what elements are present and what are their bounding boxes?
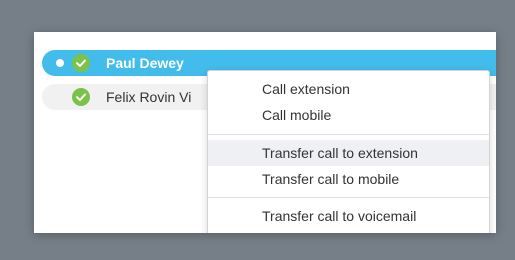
context-menu: Call extension Call mobile Transfer call… <box>207 70 490 233</box>
menu-divider <box>208 197 489 198</box>
available-status-icon <box>72 88 90 106</box>
contact-name: Felix Rovin Vi <box>106 89 192 105</box>
contact-list-panel: Paul Dewey Felix Rovin Vi Call extension… <box>34 32 496 233</box>
menu-item-transfer-mobile[interactable]: Transfer call to mobile <box>208 166 489 192</box>
selection-dot-icon <box>56 59 64 67</box>
menu-item-transfer-voicemail[interactable]: Transfer call to voicemail <box>208 203 489 229</box>
menu-item-call-extension[interactable]: Call extension <box>208 76 489 102</box>
menu-item-call-mobile[interactable]: Call mobile <box>208 102 489 128</box>
contact-name: Paul Dewey <box>106 55 184 71</box>
available-status-icon <box>72 54 90 72</box>
menu-item-transfer-extension[interactable]: Transfer call to extension <box>208 140 489 166</box>
menu-divider <box>208 134 489 135</box>
